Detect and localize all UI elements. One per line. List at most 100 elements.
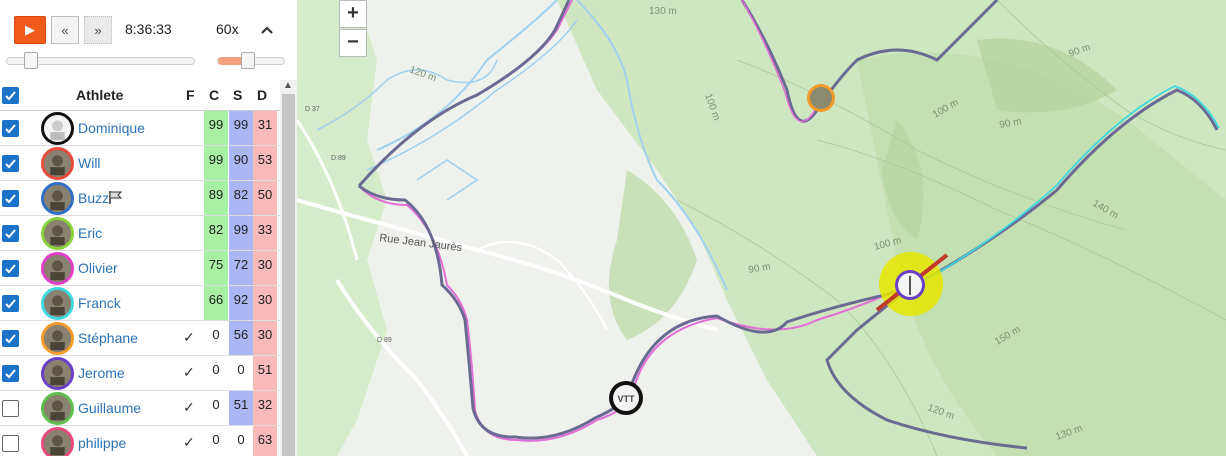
- athlete-marker-dominique[interactable]: VTT: [609, 381, 643, 415]
- finished-mark: ✓: [183, 364, 195, 380]
- athlete-checkbox[interactable]: [2, 435, 19, 452]
- athlete-checkbox[interactable]: [2, 225, 19, 242]
- chevron-up-icon: [261, 26, 273, 34]
- athlete-name[interactable]: Franck: [78, 295, 121, 311]
- check-icon: [5, 264, 16, 274]
- cell-c: 66: [204, 286, 228, 320]
- cell-s: 99: [229, 216, 253, 250]
- athlete-avatar[interactable]: [41, 252, 74, 285]
- cell-c: 0: [212, 397, 220, 412]
- avatar-photo-icon: [44, 255, 71, 282]
- avatar-photo-icon: [44, 325, 71, 352]
- step-forward-icon: »: [94, 22, 102, 38]
- check-icon: [5, 334, 16, 344]
- athlete-name[interactable]: Dominique: [78, 120, 145, 136]
- athlete-avatar[interactable]: [41, 392, 74, 425]
- athlete-checkbox[interactable]: [2, 260, 19, 277]
- cell-s: 72: [229, 251, 253, 285]
- table-row[interactable]: Stéphane ✓ 0 56 30: [0, 321, 280, 356]
- collapse-button[interactable]: [260, 22, 274, 38]
- zoom-in-button[interactable]: +: [339, 0, 367, 28]
- map-view[interactable]: 130 m 120 m 100 m 100 m 90 m 90 m 90 m 1…: [297, 0, 1226, 456]
- cell-s: 92: [229, 286, 253, 320]
- athlete-marker-stephane[interactable]: [807, 84, 835, 112]
- time-slider-handle[interactable]: [23, 52, 38, 69]
- athlete-avatar[interactable]: [41, 322, 74, 355]
- table-row[interactable]: Jerome ✓ 0 0 51: [0, 356, 280, 391]
- athlete-checkbox[interactable]: [2, 295, 19, 312]
- zoom-out-button[interactable]: −: [339, 29, 367, 57]
- table-header: Athlete F C S D: [0, 80, 280, 111]
- table-row[interactable]: Will 99 90 53: [0, 146, 280, 181]
- step-forward-button[interactable]: »: [84, 16, 112, 44]
- header-athlete[interactable]: Athlete: [76, 87, 123, 103]
- athlete-checkbox[interactable]: [2, 365, 19, 382]
- avatar-photo-icon: [44, 290, 71, 317]
- table-row[interactable]: Olivier 75 72 30: [0, 251, 280, 286]
- select-all-checkbox[interactable]: [2, 87, 19, 104]
- athlete-avatar[interactable]: [41, 147, 74, 180]
- step-back-button[interactable]: «: [51, 16, 79, 44]
- play-icon: ▶: [25, 22, 35, 37]
- avatar-photo-icon: [44, 115, 71, 142]
- svg-text:VTT: VTT: [618, 394, 636, 404]
- play-button[interactable]: ▶: [14, 16, 46, 44]
- scroll-up-icon[interactable]: ▲: [283, 80, 293, 91]
- athlete-avatar[interactable]: [41, 182, 74, 215]
- athlete-avatar[interactable]: [41, 217, 74, 250]
- check-icon: [5, 229, 16, 239]
- table-row[interactable]: philippe ✓ 0 0 63: [0, 426, 280, 456]
- athlete-checkbox[interactable]: [2, 120, 19, 137]
- athlete-name[interactable]: philippe: [78, 435, 126, 451]
- athlete-checkbox[interactable]: [2, 330, 19, 347]
- cell-d: 32: [253, 391, 277, 425]
- cell-d: 63: [253, 426, 277, 456]
- table-row[interactable]: Franck 66 92 30: [0, 286, 280, 321]
- header-s[interactable]: S: [233, 87, 242, 103]
- athlete-avatar[interactable]: [41, 357, 74, 390]
- table-row[interactable]: Buzz 89 82 50: [0, 181, 280, 216]
- control-panel: ▶ « » 8:36:33 60x Athlete F C S D Domini…: [0, 0, 297, 456]
- table-row[interactable]: Dominique 99 99 31: [0, 111, 280, 146]
- athlete-name[interactable]: Olivier: [78, 260, 118, 276]
- athlete-name[interactable]: Guillaume: [78, 400, 141, 416]
- header-c[interactable]: C: [209, 87, 219, 103]
- athlete-avatar[interactable]: [41, 112, 74, 145]
- table-row[interactable]: Eric 82 99 33: [0, 216, 280, 251]
- header-d[interactable]: D: [257, 87, 267, 103]
- athlete-name[interactable]: Eric: [78, 225, 102, 241]
- check-icon: [5, 91, 16, 101]
- road-label: D 89: [331, 155, 346, 162]
- speed-slider-handle[interactable]: [241, 52, 256, 69]
- check-icon: [5, 369, 16, 379]
- athlete-name[interactable]: Jerome: [78, 365, 125, 381]
- scrollbar-thumb[interactable]: [282, 94, 295, 456]
- cell-s: 0: [237, 362, 245, 377]
- table-scrollbar[interactable]: ▲: [280, 80, 297, 456]
- finished-mark: ✓: [183, 434, 195, 450]
- athlete-avatar[interactable]: [41, 427, 74, 456]
- athlete-avatar[interactable]: [41, 287, 74, 320]
- athlete-marker-jerome[interactable]: [895, 270, 925, 300]
- athlete-checkbox[interactable]: [2, 190, 19, 207]
- check-icon: [5, 194, 16, 204]
- header-f[interactable]: F: [186, 87, 195, 103]
- road-label: D 89: [377, 337, 392, 344]
- athlete-checkbox[interactable]: [2, 400, 19, 417]
- athlete-name[interactable]: Buzz: [78, 190, 109, 206]
- finished-mark: ✓: [183, 329, 195, 345]
- cell-d: 30: [253, 321, 277, 355]
- cell-s: 82: [229, 181, 253, 215]
- step-back-icon: «: [61, 22, 69, 38]
- check-icon: [5, 124, 16, 134]
- cell-d: 53: [253, 146, 277, 180]
- athlete-checkbox[interactable]: [2, 155, 19, 172]
- cell-c: 99: [204, 146, 228, 180]
- table-row[interactable]: Guillaume ✓ 0 51 32: [0, 391, 280, 426]
- athlete-name[interactable]: Will: [78, 155, 101, 171]
- cell-s: 51: [229, 391, 253, 425]
- athlete-name[interactable]: Stéphane: [78, 330, 138, 346]
- avatar-photo-icon: [44, 360, 71, 387]
- finished-mark: ✓: [183, 399, 195, 415]
- check-icon: [5, 159, 16, 169]
